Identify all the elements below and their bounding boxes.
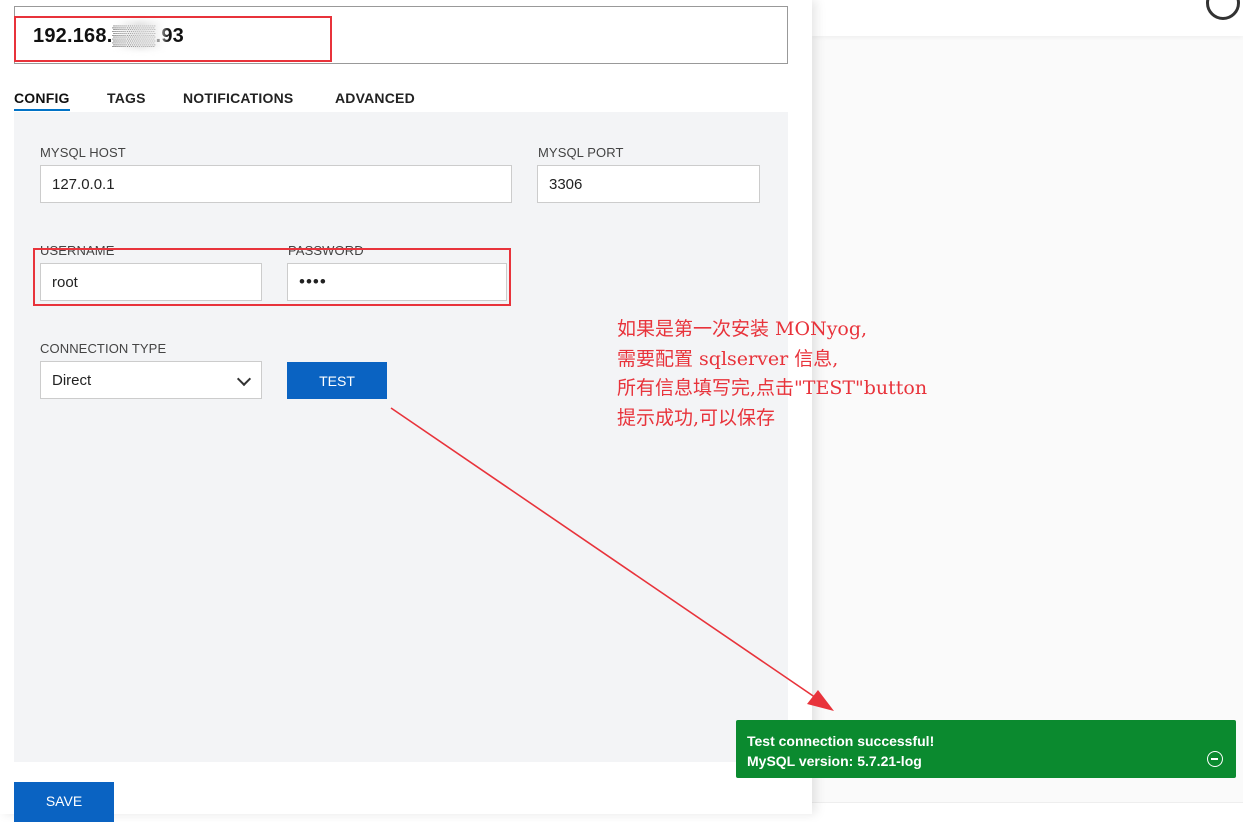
tab-tags[interactable]: TAGS	[107, 90, 146, 106]
redacted-mask	[115, 21, 165, 49]
config-form-panel	[14, 112, 788, 762]
mysql-host-label: MYSQL HOST	[40, 145, 126, 160]
connection-type-value: Direct	[52, 372, 92, 389]
username-label: USERNAME	[40, 243, 115, 258]
mysql-port-label: MYSQL PORT	[538, 145, 624, 160]
server-name-field[interactable]: 192.168.▒▒▒.93	[14, 6, 788, 64]
chevron-down-icon	[236, 371, 252, 387]
connection-type-select[interactable]: Direct	[40, 361, 262, 399]
minus-circle-icon[interactable]	[1207, 751, 1223, 767]
password-label: PASSWORD	[288, 243, 364, 258]
tab-notifications[interactable]: NOTIFICATIONS	[183, 90, 293, 106]
mysql-host-input[interactable]	[40, 165, 512, 203]
success-toast: Test connection successful! MySQL versio…	[736, 720, 1236, 778]
annotation-line: 如果是第一次安装 MONyog,	[617, 318, 868, 340]
connection-type-label: CONNECTION TYPE	[40, 341, 167, 356]
background-footer	[812, 802, 1243, 815]
annotation-line: 需要配置 sqlserver 信息,	[617, 347, 839, 370]
test-button[interactable]: TEST	[287, 362, 387, 399]
background-header	[812, 0, 1243, 36]
annotation-line: 提示成功,可以保存	[617, 406, 776, 429]
toast-title: Test connection successful!	[747, 733, 935, 749]
username-input[interactable]	[40, 263, 262, 301]
mysql-port-input[interactable]	[537, 165, 760, 203]
save-button[interactable]: SAVE	[14, 782, 114, 822]
annotation-note: 如果是第一次安装 MONyog, 需要配置 sqlserver 信息, 所有信息…	[617, 315, 927, 433]
password-input[interactable]	[287, 263, 507, 301]
toast-version: MySQL version: 5.7.21-log	[747, 753, 922, 769]
tab-advanced[interactable]: ADVANCED	[335, 90, 415, 106]
annotation-line: 所有信息填写完,点击"TEST"button	[617, 377, 928, 399]
tab-config[interactable]: CONFIG	[14, 90, 70, 111]
